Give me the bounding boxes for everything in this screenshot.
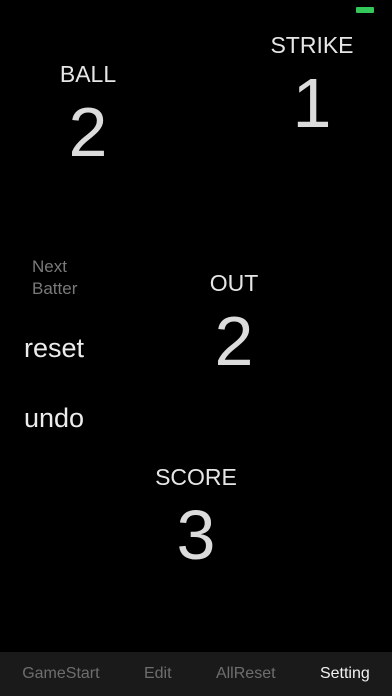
strike-counter[interactable]: STRIKE 1 (262, 31, 362, 143)
tab-setting[interactable]: Setting (314, 665, 376, 683)
tab-allreset[interactable]: AllReset (210, 665, 282, 683)
battery-icon (356, 7, 374, 13)
tab-gamestart[interactable]: GameStart (16, 665, 105, 683)
ball-label: BALL (59, 61, 117, 87)
ball-counter[interactable]: BALL 2 (38, 60, 138, 172)
out-count: 2 (214, 302, 254, 380)
next-batter-label-line2: Batter (32, 279, 78, 298)
out-counter[interactable]: OUT 2 (184, 269, 284, 381)
score-label: SCORE (155, 464, 237, 490)
strike-label: STRIKE (270, 32, 354, 58)
score-count: 3 (176, 496, 216, 574)
undo-button[interactable]: undo (24, 403, 84, 434)
tab-bar: GameStart Edit AllReset Setting (0, 652, 392, 696)
strike-count: 1 (292, 64, 332, 142)
score-counter[interactable]: SCORE 3 (146, 463, 246, 575)
tab-edit[interactable]: Edit (138, 665, 178, 683)
ball-count: 2 (68, 93, 108, 171)
next-batter-button[interactable]: Next Batter (32, 256, 77, 300)
out-label: OUT (209, 270, 259, 296)
reset-button[interactable]: reset (24, 333, 84, 364)
next-batter-label-line1: Next (32, 257, 67, 276)
